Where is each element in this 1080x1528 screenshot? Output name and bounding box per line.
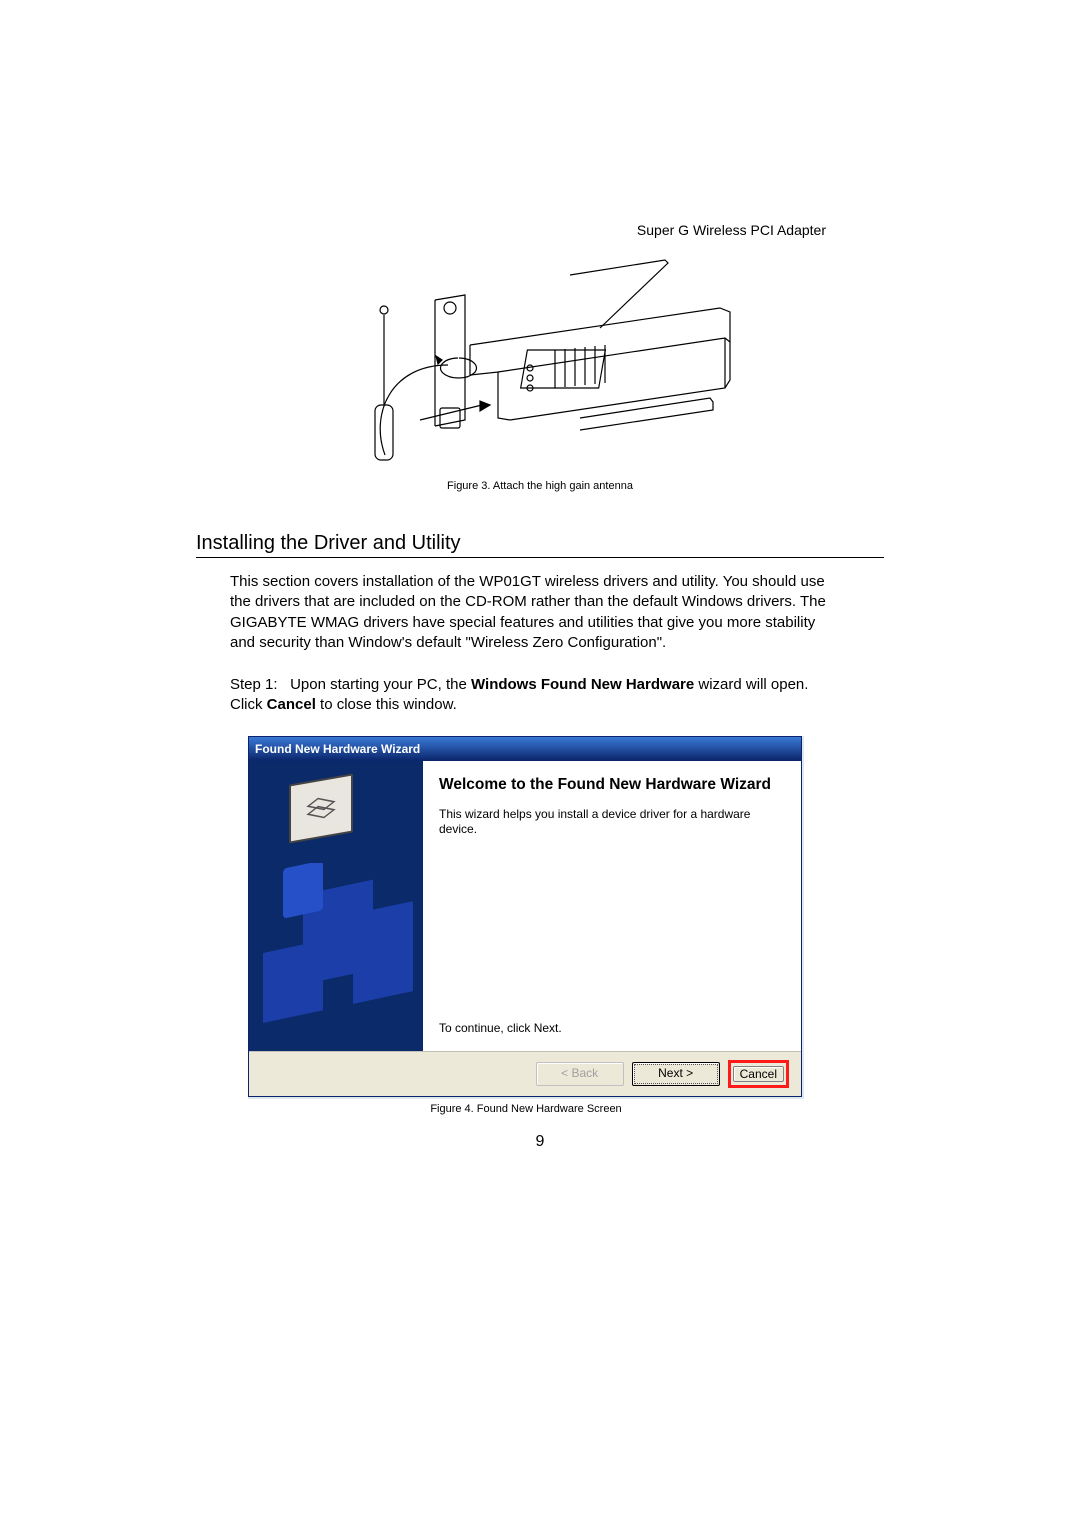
sidebar-blue-shapes-icon [263, 863, 418, 1033]
cancel-highlight-box: Cancel [728, 1060, 789, 1088]
sidebar-device-icon [289, 773, 353, 843]
antenna-svg [330, 250, 750, 465]
document-page: Super G Wireless PCI Adapter [0, 0, 1080, 1528]
wizard-titlebar: Found New Hardware Wizard [249, 737, 801, 761]
figure4-caption: Figure 4. Found New Hardware Screen [248, 1103, 804, 1115]
wizard-body: Welcome to the Found New Hardware Wizard… [249, 761, 801, 1051]
cancel-button[interactable]: Cancel [733, 1066, 784, 1082]
figure4-wizard-screenshot: Found New Hardware Wizard [248, 736, 804, 1115]
wizard-sidebar-image [249, 761, 423, 1051]
wizard-continue-text: To continue, click Next. [439, 1021, 779, 1041]
wizard-title-text: Found New Hardware Wizard [255, 742, 420, 756]
back-button: < Back [536, 1062, 624, 1086]
figure3-caption: Figure 3. Attach the high gain antenna [196, 480, 884, 492]
next-button[interactable]: Next > [632, 1062, 720, 1086]
step1-pre: Upon starting your PC, the [290, 676, 471, 693]
wizard-main-panel: Welcome to the Found New Hardware Wizard… [423, 761, 801, 1051]
section-heading: Installing the Driver and Utility [196, 532, 884, 558]
step1-label: Step 1: [230, 676, 278, 693]
header-product-text: Super G Wireless PCI Adapter [637, 222, 826, 238]
wizard-heading: Welcome to the Found New Hardware Wizard [439, 775, 779, 795]
step1-bold1: Windows Found New Hardware [471, 676, 694, 693]
wizard-description: This wizard helps you install a device d… [439, 807, 779, 837]
step1-after: to close this window. [316, 696, 457, 713]
device-glyph-icon [304, 790, 338, 826]
wizard-window: Found New Hardware Wizard [248, 736, 802, 1097]
intro-paragraph: This section covers installation of the … [230, 572, 830, 653]
step1-bold2: Cancel [267, 696, 316, 713]
wizard-button-bar: < Back Next > Cancel [249, 1051, 801, 1096]
step1-text: Step 1: Upon starting your PC, the Windo… [230, 675, 830, 716]
page-number: 9 [196, 1133, 884, 1151]
figure-antenna-diagram [330, 250, 750, 470]
